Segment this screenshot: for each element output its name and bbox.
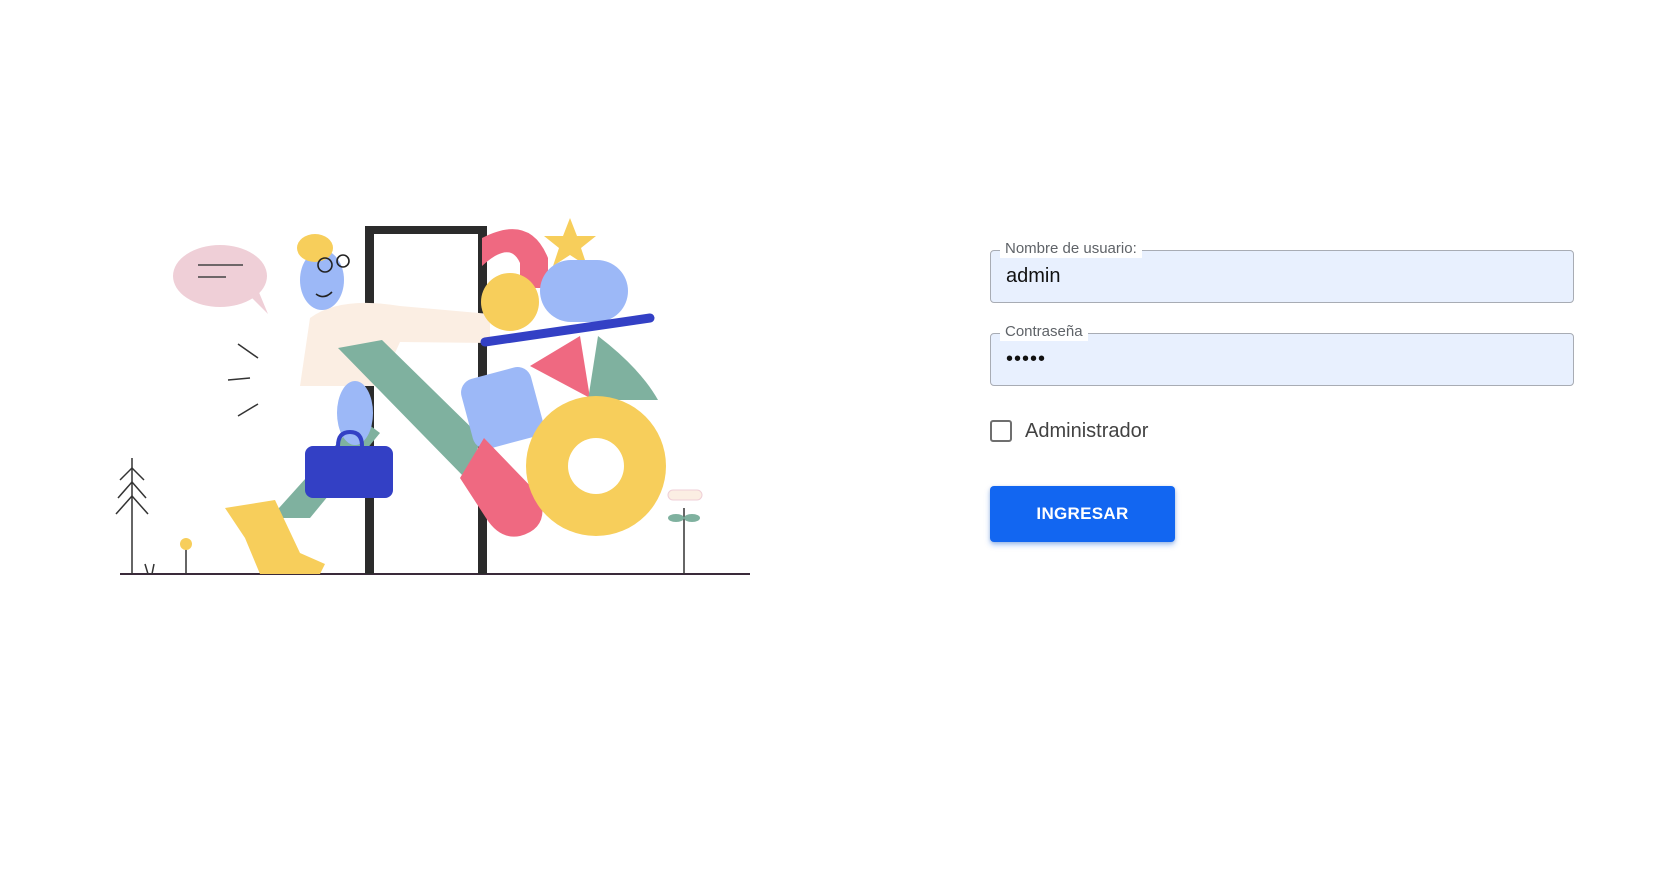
admin-checkbox-label[interactable]: Administrador (1025, 420, 1148, 443)
login-page: Nombre de usuario: Contraseña Administra… (0, 0, 1662, 870)
colorful-shapes (460, 218, 666, 537)
username-field-group: Nombre de usuario: (990, 240, 1574, 303)
admin-checkbox[interactable] (990, 420, 1012, 442)
flower-icon (180, 538, 192, 550)
green-triangle-shape (588, 336, 658, 400)
admin-checkbox-row: Administrador (990, 416, 1574, 446)
login-submit-button[interactable]: INGRESAR (990, 486, 1175, 542)
motion-lines (227, 343, 259, 417)
blue-pill-shape (540, 260, 628, 322)
login-illustration (110, 218, 750, 578)
star-icon (544, 218, 596, 266)
plant-left-icon (115, 458, 155, 575)
pink-triangle-shape (530, 336, 590, 398)
username-label: Nombre de usuario: (1000, 240, 1142, 258)
password-label: Contraseña (1000, 323, 1088, 341)
sprout-icon (667, 489, 703, 574)
speech-bubble-icon (173, 245, 268, 314)
yellow-circle-shape (481, 273, 539, 331)
person-with-briefcase-illustration (115, 218, 750, 575)
password-field-group: Contraseña (990, 323, 1574, 386)
login-form: Nombre de usuario: Contraseña Administra… (990, 240, 1574, 542)
person-head (297, 234, 350, 310)
